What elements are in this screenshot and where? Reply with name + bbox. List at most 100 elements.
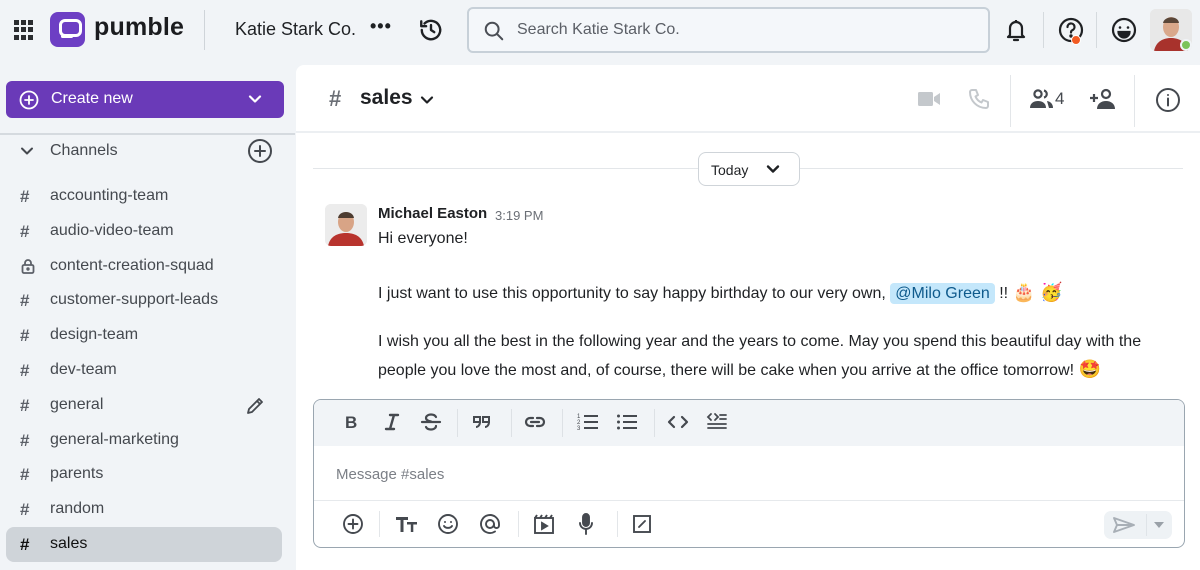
date-label: Today — [711, 162, 749, 178]
channel-header: # sales 4 — [296, 65, 1200, 133]
search-bar[interactable] — [467, 7, 990, 53]
chevron-down-icon — [766, 165, 780, 173]
message-composer: B 123 — [313, 399, 1185, 548]
mention-icon[interactable] — [479, 513, 501, 535]
pencil-icon[interactable] — [245, 396, 265, 416]
channel-name: customer-support-leads — [50, 291, 219, 309]
sidebar-channel-random[interactable]: # random — [6, 492, 282, 527]
channel-name: random — [50, 500, 105, 518]
message-timestamp[interactable]: 3:19 PM — [495, 208, 543, 223]
chevron-down-icon[interactable] — [420, 95, 434, 105]
video-call-icon[interactable] — [917, 90, 941, 108]
ordered-list-icon[interactable]: 123 — [577, 412, 599, 432]
message-line: I wish you all the best in the following… — [378, 333, 1142, 350]
add-member-icon[interactable] — [1090, 88, 1118, 110]
chevron-down-icon[interactable] — [20, 145, 34, 157]
message-author[interactable]: Michael Easton — [378, 205, 487, 222]
bold-icon[interactable]: B — [342, 412, 362, 432]
members-icon[interactable] — [1029, 89, 1055, 109]
channels-title[interactable]: Channels — [50, 142, 118, 160]
bullet-list-icon[interactable] — [616, 412, 638, 432]
sidebar-channel-design-team[interactable]: # design-team — [6, 318, 282, 353]
hash-icon: # — [20, 430, 30, 450]
sidebar-channel-dev-team[interactable]: # dev-team — [6, 353, 282, 388]
sidebar-channel-general-marketing[interactable]: # general-marketing — [6, 423, 282, 458]
channel-list: # accounting-team # audio-video-team conte… — [6, 179, 282, 562]
formatting-toolbar: B 123 — [314, 400, 1184, 446]
member-count[interactable]: 4 — [1055, 89, 1064, 109]
search-icon — [484, 21, 504, 41]
sidebar-channel-content-creation-squad[interactable]: content-creation-squad — [6, 249, 282, 284]
status-emoji-icon[interactable] — [1110, 16, 1138, 44]
history-icon[interactable] — [418, 17, 444, 43]
info-icon[interactable] — [1155, 87, 1181, 113]
message-line: Hi everyone! — [378, 230, 468, 247]
divider — [562, 409, 563, 437]
channel-name: general-marketing — [50, 430, 179, 448]
send-options-caret-icon[interactable] — [1154, 522, 1164, 528]
star-struck-emoji: 🤩 — [1078, 359, 1101, 379]
video-clip-icon[interactable] — [533, 513, 555, 535]
apps-grid-icon[interactable] — [14, 20, 34, 40]
divider — [518, 511, 519, 537]
italic-icon[interactable] — [382, 412, 402, 432]
date-jump-button[interactable]: Today — [698, 152, 800, 186]
plus-circle-icon — [19, 90, 39, 110]
svg-text:3: 3 — [577, 426, 581, 432]
slash-command-icon[interactable] — [631, 513, 653, 535]
pumble-logo-icon — [50, 12, 85, 47]
divider — [617, 511, 618, 537]
emoji-icon[interactable] — [437, 513, 459, 535]
divider — [457, 409, 458, 437]
divider — [1146, 514, 1147, 536]
hash-icon: # — [20, 500, 30, 520]
channel-view: # sales 4 Today Michael Easton 3:19 PM H… — [296, 65, 1200, 570]
channel-name: parents — [50, 465, 104, 483]
channel-name: audio-video-team — [50, 221, 174, 239]
create-new-label: Create new — [51, 90, 133, 107]
sidebar-channel-audio-video-team[interactable]: # audio-video-team — [6, 214, 282, 249]
code-block-icon[interactable] — [706, 412, 728, 432]
code-icon[interactable] — [667, 412, 689, 432]
message-author-avatar[interactable] — [325, 204, 367, 246]
send-icon[interactable] — [1112, 516, 1136, 534]
workspace-more-button[interactable]: ••• — [370, 16, 392, 37]
sidebar-channel-parents[interactable]: # parents — [6, 457, 282, 492]
sidebar-channel-accounting-team[interactable]: # accounting-team — [6, 179, 282, 214]
message-input[interactable] — [336, 462, 1156, 486]
attach-plus-icon[interactable] — [342, 513, 364, 535]
phone-call-icon[interactable] — [967, 87, 991, 111]
channel-title[interactable]: sales — [360, 86, 413, 110]
search-input[interactable] — [517, 9, 977, 51]
add-channel-icon[interactable] — [247, 138, 273, 164]
notification-dot — [1071, 35, 1081, 45]
divider — [1010, 75, 1011, 127]
brand-name: pumble — [94, 13, 185, 41]
divider — [379, 511, 380, 537]
text-format-icon[interactable] — [395, 513, 419, 535]
sidebar-channel-customer-support-leads[interactable]: # customer-support-leads — [6, 283, 282, 318]
divider — [314, 500, 1184, 501]
hash-icon: # — [20, 534, 30, 554]
hash-icon: # — [20, 360, 30, 380]
message-line: I just want to use this opportunity to s… — [378, 282, 1062, 304]
channel-name: dev-team — [50, 360, 117, 378]
divider — [654, 409, 655, 437]
sidebar-channel-general[interactable]: # general — [6, 388, 282, 423]
workspace-name[interactable]: Katie Stark Co. — [235, 19, 356, 40]
microphone-icon[interactable] — [577, 513, 595, 535]
link-icon[interactable] — [524, 412, 546, 432]
divider — [0, 133, 295, 135]
hash-icon: # — [329, 86, 342, 111]
notifications-bell-icon[interactable] — [1004, 17, 1028, 43]
hash-icon: # — [20, 395, 30, 415]
quote-icon[interactable] — [472, 412, 492, 432]
create-new-button[interactable]: Create new — [6, 81, 284, 118]
sidebar-channel-sales[interactable]: # sales — [6, 526, 282, 562]
divider — [204, 10, 205, 50]
user-mention[interactable]: @Milo Green — [890, 283, 995, 304]
channels-section-header: Channels — [0, 138, 295, 164]
send-button-group — [1104, 511, 1172, 539]
message-text: !! — [999, 285, 1009, 302]
strikethrough-icon[interactable] — [420, 412, 442, 432]
